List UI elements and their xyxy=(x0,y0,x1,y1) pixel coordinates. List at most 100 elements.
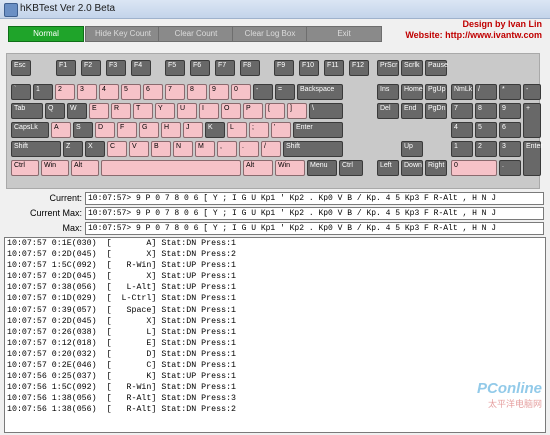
title-bar: hKBTest Ver 2.0 Beta xyxy=(0,0,550,19)
key-nmlk: NmLk xyxy=(451,84,473,100)
log-line: 10:07:57 0:2D(045) [ X] Stat:UP Press:1 xyxy=(7,272,237,282)
key-f11: F11 xyxy=(324,60,344,76)
key-q: Q xyxy=(45,103,65,119)
key-k: K xyxy=(205,122,225,138)
key-s: S xyxy=(73,122,93,138)
clear-count-button[interactable]: Clear Count xyxy=(158,26,234,42)
key-f2: F2 xyxy=(81,60,101,76)
key-c: C xyxy=(107,141,127,157)
log-line: 10:07:57 0:1E(030) [ A] Stat:DN Press:1 xyxy=(7,239,237,248)
key-4: 4 xyxy=(99,84,119,100)
key--: \ xyxy=(309,103,343,119)
key-f10: F10 xyxy=(299,60,319,76)
current-max-value: 10:07:57> 9 P 0 7 8 0 6 [ Y ; I G U Kp1 … xyxy=(85,207,544,220)
key--: ` xyxy=(11,84,31,100)
key-0: 0 xyxy=(231,84,251,100)
status-panel: Current: 10:07:57> 9 P 0 7 8 0 6 [ Y ; I… xyxy=(0,190,550,236)
key-prscr: PrScr xyxy=(377,60,399,76)
key-pgdn: PgDn xyxy=(425,103,447,119)
key-home: Home xyxy=(401,84,423,100)
key-end: End xyxy=(401,103,423,119)
key-pgup: PgUp xyxy=(425,84,447,100)
key--: / xyxy=(475,84,497,100)
key--: . xyxy=(239,141,259,157)
log-line: 10:07:56 0:25(037) [ K] Stat:UP Press:1 xyxy=(7,372,237,382)
key-z: Z xyxy=(63,141,83,157)
watermark-main: PConline xyxy=(476,380,542,397)
key-1: 1 xyxy=(451,141,473,157)
key-win: Win xyxy=(275,160,305,176)
key-f4: F4 xyxy=(131,60,151,76)
key--: , xyxy=(217,141,237,157)
log-line: 10:07:56 1:38(056) [ R-Alt] Stat:DN Pres… xyxy=(7,405,237,415)
key-u: U xyxy=(177,103,197,119)
author-website[interactable]: Website: http://www.ivantw.com xyxy=(405,30,542,41)
current-label: Current: xyxy=(49,193,82,203)
watermark-sub: 太平洋电脑网 xyxy=(487,399,542,409)
max-row: Max: 10:07:57> 9 P 0 7 8 0 6 [ Y ; I G U… xyxy=(0,222,550,235)
key--: - xyxy=(253,84,273,100)
key-f7: F7 xyxy=(215,60,235,76)
key-8: 8 xyxy=(187,84,207,100)
virtual-keyboard: Esc F1 F2 F3 F4 F5 F6 F7 F8 F9 F10 F11 F12 PrScr Scrlk… xyxy=(6,53,543,189)
log-line: 10:07:56 1:5C(092) [ R-Win] Stat:DN Pres… xyxy=(7,383,237,393)
normal-button[interactable]: Normal xyxy=(8,26,84,42)
key-2: 2 xyxy=(55,84,75,100)
key-6: 6 xyxy=(143,84,163,100)
log-line: 10:07:57 0:26(038) [ L] Stat:DN Press:1 xyxy=(7,327,237,337)
key-tab: Tab xyxy=(11,103,43,119)
key-i: I xyxy=(199,103,219,119)
key-3: 3 xyxy=(77,84,97,100)
key--: / xyxy=(261,141,281,157)
current-row: Current: 10:07:57> 9 P 0 7 8 0 6 [ Y ; I… xyxy=(0,192,550,205)
key-esc: Esc xyxy=(11,60,31,76)
app-icon xyxy=(4,3,18,17)
log-line: 10:07:57 0:20(032) [ D] Stat:DN Press:1 xyxy=(7,349,237,359)
key-shift: Shift xyxy=(283,141,343,157)
key-t: T xyxy=(133,103,153,119)
hide-key-count-button[interactable]: Hide Key Count xyxy=(85,26,161,42)
key-g: G xyxy=(139,122,159,138)
key--: [ xyxy=(265,103,285,119)
key-capslk: CapsLk xyxy=(11,122,49,138)
key-9: 9 xyxy=(499,103,521,119)
key--: * xyxy=(499,84,521,100)
key-0: 0 xyxy=(451,160,497,176)
key-right: Right xyxy=(425,160,447,176)
key-menu: Menu xyxy=(307,160,337,176)
key-ctrl: Ctrl xyxy=(339,160,363,176)
key-d: D xyxy=(95,122,115,138)
key-f: F xyxy=(117,122,137,138)
key--: - xyxy=(523,84,541,100)
clear-log-box-button[interactable]: Clear Log Box xyxy=(232,26,308,42)
key-f12: F12 xyxy=(349,60,369,76)
log-line: 10:07:57 0:12(018) [ E] Stat:DN Press:1 xyxy=(7,338,237,348)
max-label: Max: xyxy=(62,223,82,233)
key-y: Y xyxy=(155,103,175,119)
key-v: V xyxy=(129,141,149,157)
exit-button[interactable]: Exit xyxy=(306,26,382,42)
key-ins: Ins xyxy=(377,84,399,100)
log-line: 10:07:57 0:2E(046) [ C] Stat:DN Press:1 xyxy=(7,361,237,371)
key-alt: Alt xyxy=(243,160,273,176)
key-n: N xyxy=(173,141,193,157)
key--: ' xyxy=(271,122,291,138)
log-line: 10:07:57 0:2D(045) [ X] Stat:DN Press:2 xyxy=(7,250,237,260)
key-5: 5 xyxy=(475,122,497,138)
log-line: 10:07:57 0:2D(045) [ X] Stat:DN Press:1 xyxy=(7,316,237,326)
log-box[interactable]: 10:07:57 0:1E(030) [ A] Stat:DN Press:1 1… xyxy=(4,237,546,433)
key-6: 6 xyxy=(499,122,521,138)
key-8: 8 xyxy=(475,103,497,119)
key-left: Left xyxy=(377,160,399,176)
key-7: 7 xyxy=(451,103,473,119)
key-a: A xyxy=(51,122,71,138)
key-del: Del xyxy=(377,103,399,119)
key-win: Win xyxy=(41,160,69,176)
key-pause: Pause xyxy=(425,60,448,76)
key-o: O xyxy=(221,103,241,119)
key-down: Down xyxy=(401,160,423,176)
key-7: 7 xyxy=(165,84,185,100)
key-f1: F1 xyxy=(56,60,76,76)
key-scrlk: Scrlk xyxy=(401,60,423,76)
author-name: Design by Ivan Lin xyxy=(462,19,542,29)
